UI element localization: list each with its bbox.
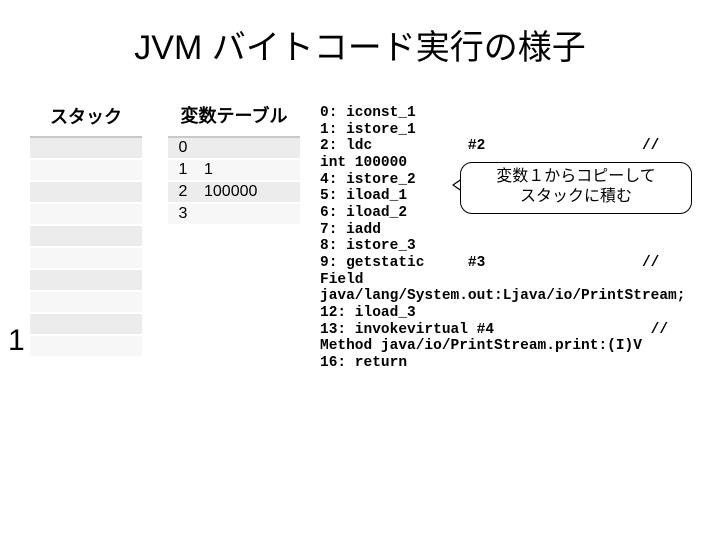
stack-row: [30, 248, 142, 270]
pushed-value: 1: [8, 324, 25, 358]
variable-value: 100000: [198, 182, 300, 202]
variable-index: 2: [168, 182, 198, 202]
callout-bubble: 変数１からコピーして スタックに積む: [460, 162, 692, 214]
variable-row: 1 1: [168, 160, 300, 182]
variable-index: 3: [168, 204, 198, 224]
variable-index: 1: [168, 160, 198, 180]
stack-row: [30, 226, 142, 248]
stack-table: スタック: [30, 96, 142, 358]
variable-table-header: 変数テーブル: [168, 96, 300, 138]
slide-title: JVM バイトコード実行の様子: [0, 20, 720, 69]
stack-row: [30, 314, 142, 336]
stack-row: [30, 138, 142, 160]
stack-row: [30, 160, 142, 182]
stack-row: [30, 336, 142, 358]
stack-row: [30, 204, 142, 226]
stack-row: [30, 182, 142, 204]
variable-row: 0: [168, 138, 300, 160]
variable-row: 3: [168, 204, 300, 226]
variable-value: [198, 138, 300, 158]
variable-value: [198, 204, 300, 224]
variable-row: 2 100000: [168, 182, 300, 204]
callout-line: スタックに積む: [520, 188, 632, 205]
stack-header: スタック: [30, 96, 142, 138]
variable-index: 0: [168, 138, 198, 158]
stack-row: [30, 270, 142, 292]
callout-line: 変数１からコピーして: [496, 168, 656, 185]
stack-row: [30, 292, 142, 314]
variable-value: 1: [198, 160, 300, 180]
bytecode-listing: 0: iconst_1 1: istore_1 2: ldc #2 // int…: [320, 105, 700, 372]
variable-table: 変数テーブル 0 1 1 2 100000 3: [168, 96, 300, 226]
